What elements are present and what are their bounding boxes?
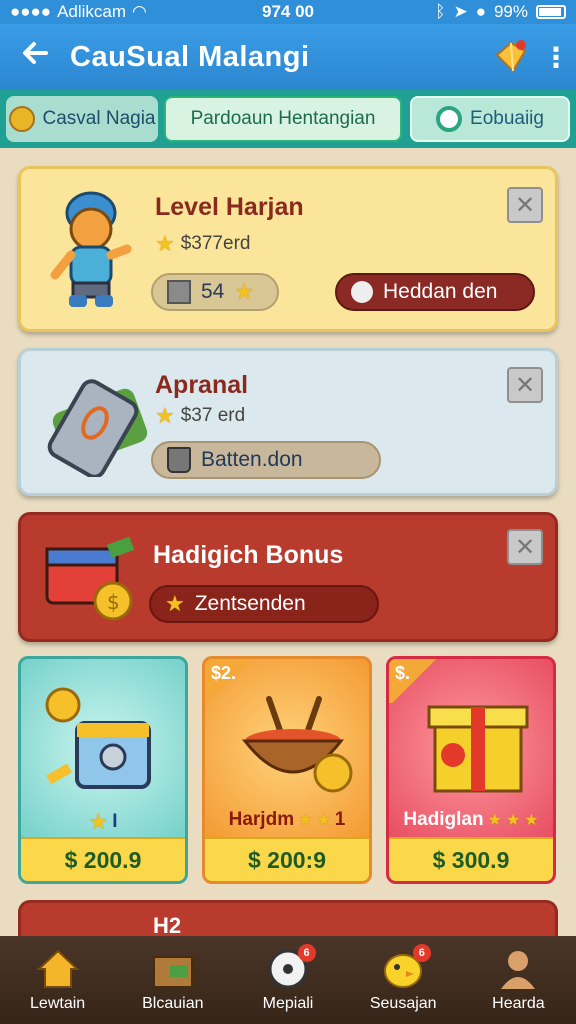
star-icon: ★ bbox=[234, 279, 255, 304]
star-icon: ★ bbox=[298, 812, 313, 829]
person-icon bbox=[501, 951, 536, 989]
close-icon: ✕ bbox=[514, 371, 536, 399]
app-bar: CauSual Malangi ⋮ bbox=[0, 24, 576, 90]
card-title: Level Harjan bbox=[155, 193, 304, 221]
star-icon: ★ bbox=[155, 231, 175, 256]
bucket-icon bbox=[167, 447, 191, 473]
shop-label-text: Harjdm bbox=[228, 809, 295, 830]
location-icon: ➤ bbox=[453, 2, 468, 21]
crate-icon bbox=[152, 956, 193, 988]
card-title: Hadigich Bonus bbox=[153, 541, 344, 569]
shop-item-label: ★ I bbox=[21, 809, 185, 835]
nav-label: Seusajan bbox=[369, 995, 437, 1012]
nav-label: Blcauian bbox=[142, 995, 204, 1012]
bluetooth-icon: ᛒ bbox=[435, 2, 446, 21]
basket-illustration bbox=[241, 696, 353, 793]
nav-item-profile[interactable]: Hearda bbox=[461, 936, 576, 1024]
star-icon: ★ bbox=[524, 812, 539, 829]
signal-icon: ●●●● bbox=[10, 2, 52, 21]
card-subtitle: $37 erd bbox=[180, 405, 246, 426]
level-card[interactable]: Level Harjan ★ $377erd 54 ★ Heddan den ✕ bbox=[18, 166, 558, 332]
battery-percent: 99% bbox=[493, 2, 528, 21]
nav-label: Mepiali bbox=[262, 995, 314, 1012]
house-icon bbox=[36, 949, 80, 988]
nav-item-home[interactable]: Lewtain bbox=[0, 936, 115, 1024]
batten-don-button[interactable]: Batten.don bbox=[151, 441, 381, 479]
giftbox-illustration bbox=[427, 705, 529, 793]
safe-illustration bbox=[45, 687, 151, 789]
page-title: CauSual Malangi bbox=[70, 40, 310, 73]
star-icon: ★ bbox=[88, 809, 109, 834]
alarm-icon: ● bbox=[475, 2, 486, 21]
bonus-card[interactable]: $ Hadigich Bonus ★ Zentsenden ✕ bbox=[18, 512, 558, 642]
star-icon: ★ bbox=[487, 812, 502, 829]
apranal-card[interactable]: Apranal ★ $37 erd Batten.don ✕ bbox=[18, 348, 558, 496]
price-button[interactable]: $ 200.9 bbox=[21, 837, 185, 881]
tab-eobuaiig[interactable]: Eobuaiig bbox=[410, 96, 570, 142]
shop-item-basket[interactable]: $2. Harjdm ★ ★ 1 $ 200:9 bbox=[202, 656, 372, 884]
button-label: Zentsenden bbox=[194, 592, 306, 615]
tool-icon bbox=[167, 280, 191, 304]
shop-item-label: Hadiglan ★ ★ ★ bbox=[389, 809, 553, 831]
close-icon: ✕ bbox=[514, 533, 536, 561]
tab-label: Casval Nagia bbox=[42, 108, 156, 129]
heddan-den-button[interactable]: Heddan den bbox=[335, 273, 535, 311]
zentsenden-button[interactable]: ★ Zentsenden bbox=[149, 585, 379, 623]
price-button[interactable]: $ 300.9 bbox=[389, 837, 553, 881]
tab-casval-nagia[interactable]: Casval Nagia bbox=[6, 96, 158, 142]
tab-label: Pardoaun Hentangian bbox=[190, 108, 376, 129]
button-label: Batten.don bbox=[201, 448, 303, 471]
battery-icon bbox=[536, 5, 566, 19]
shop-item-label: Harjdm ★ ★ 1 bbox=[205, 809, 369, 831]
close-button[interactable]: ✕ bbox=[507, 529, 543, 565]
star-icon: ★ bbox=[165, 591, 185, 616]
gem-icon bbox=[495, 40, 527, 73]
nav-label: Lewtain bbox=[30, 995, 86, 1012]
star-icon: ★ bbox=[316, 812, 331, 829]
character-illustration bbox=[50, 191, 132, 307]
more-menu-icon[interactable]: ⋮ bbox=[536, 41, 576, 74]
back-button[interactable] bbox=[0, 38, 70, 77]
tab-bar: Casval Nagia Pardoaun Hentangian Eobuaii… bbox=[0, 90, 576, 148]
star-icon: ★ bbox=[155, 403, 175, 428]
card-subtitle: $377erd bbox=[180, 233, 251, 254]
notification-badge: 6 bbox=[297, 944, 316, 962]
bottom-nav: Lewtain Blcauian 6 Mepiali 6 Seusajan He… bbox=[0, 936, 576, 1024]
spiral-icon bbox=[436, 106, 463, 132]
close-icon: ✕ bbox=[514, 191, 536, 219]
nav-item-box[interactable]: Blcauian bbox=[115, 936, 230, 1024]
card-title: Apranal bbox=[155, 371, 249, 399]
carrier-name: Adlikcam bbox=[57, 2, 127, 21]
nav-item-pet[interactable]: 6 Seusajan bbox=[346, 936, 461, 1024]
button-label: Heddan den bbox=[383, 280, 498, 303]
count-value: 54 bbox=[201, 280, 225, 303]
close-button[interactable]: ✕ bbox=[507, 367, 543, 403]
close-button[interactable]: ✕ bbox=[507, 187, 543, 223]
back-arrow-icon bbox=[23, 41, 48, 64]
card-subtitle-row: ★ $377erd bbox=[155, 231, 250, 257]
shop-item-giftbox[interactable]: $. Hadiglan ★ ★ ★ $ 300.9 bbox=[386, 656, 556, 884]
clock: 974 00 bbox=[262, 2, 314, 21]
chest-illustration: $ bbox=[45, 536, 135, 621]
tab-pardoaun-hentangian[interactable]: Pardoaun Hentangian bbox=[164, 96, 402, 142]
coin-icon bbox=[8, 106, 35, 132]
nav-label: Hearda bbox=[492, 995, 545, 1012]
shop-item-safe[interactable]: ★ I $ 200.9 bbox=[18, 656, 188, 884]
price-button[interactable]: $ 200:9 bbox=[205, 837, 369, 881]
card-subtitle-row: ★ $37 erd bbox=[155, 403, 245, 429]
radio-icon bbox=[351, 281, 373, 303]
count-pill: 54 ★ bbox=[151, 273, 279, 311]
gem-shop-button[interactable] bbox=[486, 32, 536, 82]
status-bar: ●●●● Adlikcam ◠ 974 00 ᛒ ➤ ● 99% bbox=[0, 0, 576, 24]
phone-illustration bbox=[47, 379, 148, 477]
wifi-icon: ◠ bbox=[132, 2, 147, 21]
svg-text:$: $ bbox=[107, 590, 120, 614]
notification-badge: 6 bbox=[412, 944, 431, 962]
shop-stars-text: 1 bbox=[334, 809, 346, 830]
shop-label-text: I bbox=[112, 811, 118, 832]
nav-item-friends[interactable]: 6 Mepiali bbox=[230, 936, 345, 1024]
tab-label: Eobuaiig bbox=[470, 108, 544, 129]
star-icon: ★ bbox=[505, 812, 521, 829]
shop-label-text: Hadiglan bbox=[403, 809, 484, 830]
